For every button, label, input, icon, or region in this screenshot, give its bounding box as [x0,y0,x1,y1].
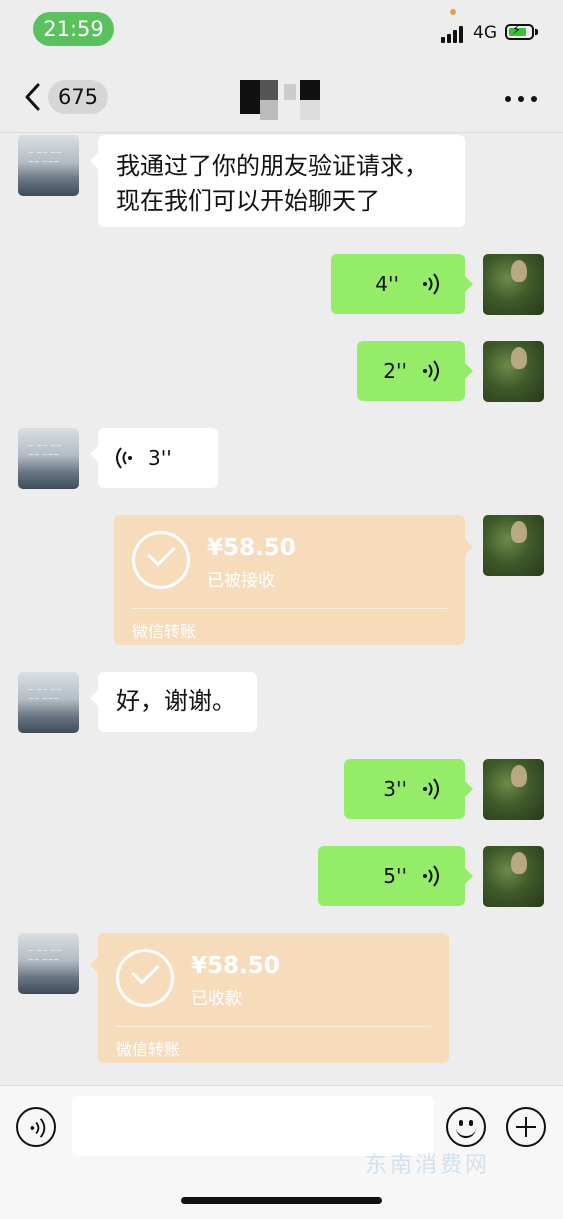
voice-wave-icon [423,865,439,887]
more-dots-icon[interactable] [505,96,537,104]
voice-wave-icon [423,273,439,295]
voice-wave-icon [423,360,439,382]
voice-duration: 4'' [375,272,399,296]
voice-message-bubble[interactable]: 2'' [357,341,473,401]
voice-message-bubble[interactable]: 3'' [344,759,473,819]
status-bar: 21:59 4G ⚡ [0,0,563,58]
unread-count-badge[interactable]: 675 [48,80,108,114]
message-text-line: 好，谢谢。 [116,687,236,715]
check-circle-icon [132,531,190,589]
battery-icon: ⚡ [505,23,534,40]
transfer-footer: 微信转账 [116,1040,181,1059]
voice-mode-icon[interactable] [16,1107,56,1147]
transfer-amount: ¥58.50 [191,953,280,979]
voice-wave-icon [116,447,132,469]
home-indicator[interactable] [181,1197,382,1204]
plus-icon[interactable] [506,1107,546,1147]
chevron-left-icon[interactable] [22,82,44,112]
message-text-line: 现在我们可以开始聊天了 [116,187,380,215]
my-avatar[interactable] [483,846,544,907]
voice-message-bubble[interactable]: 3'' [90,428,218,488]
my-avatar[interactable] [483,254,544,315]
transfer-status: 已收款 [191,989,242,1009]
transfer-amount: ¥58.50 [207,535,296,561]
transfer-footer: 微信转账 [132,622,197,641]
message-bubble-text[interactable]: 好，谢谢。 [90,672,257,732]
voice-duration: 3'' [148,446,172,470]
voice-message-bubble[interactable]: 5'' [318,846,473,906]
watermark: 东南消费网 [365,1153,491,1178]
my-avatar[interactable] [483,515,544,576]
message-bubble-text[interactable]: 我通过了你的朋友验证请求， 现在我们可以开始聊天了 [90,135,465,227]
transfer-card[interactable]: ¥58.50 已收款 微信转账 [90,933,449,1063]
contact-avatar[interactable]: ~ ~~ ~~ ~~ ~~~ [18,135,79,196]
voice-message-bubble[interactable]: 4'' [331,254,473,314]
network-type: 4G [473,23,497,43]
check-circle-icon [116,949,174,1007]
contact-avatar[interactable]: ~ ~~ ~~ ~~ ~~~ [18,672,79,733]
my-avatar[interactable] [483,341,544,402]
chat-header: 675 [0,58,563,133]
my-avatar[interactable] [483,759,544,820]
message-text-line: 我通过了你的朋友验证请求， [116,152,428,180]
voice-duration: 2'' [383,359,407,383]
contact-avatar[interactable]: ~ ~~ ~~ ~~ ~~~ [18,428,79,489]
contact-name-mosaic [240,80,320,120]
voice-duration: 5'' [383,864,407,888]
transfer-card[interactable]: ¥58.50 已被接收 微信转账 [114,515,473,645]
transfer-status: 已被接收 [207,571,275,591]
contact-avatar[interactable]: ~ ~~ ~~ ~~ ~~~ [18,933,79,994]
voice-wave-icon [423,778,439,800]
cellular-signal-icon [441,25,467,43]
voice-duration: 3'' [383,777,407,801]
privacy-indicator-icon [450,9,456,15]
status-time: 21:59 [33,12,114,46]
emoji-icon[interactable] [446,1107,486,1147]
